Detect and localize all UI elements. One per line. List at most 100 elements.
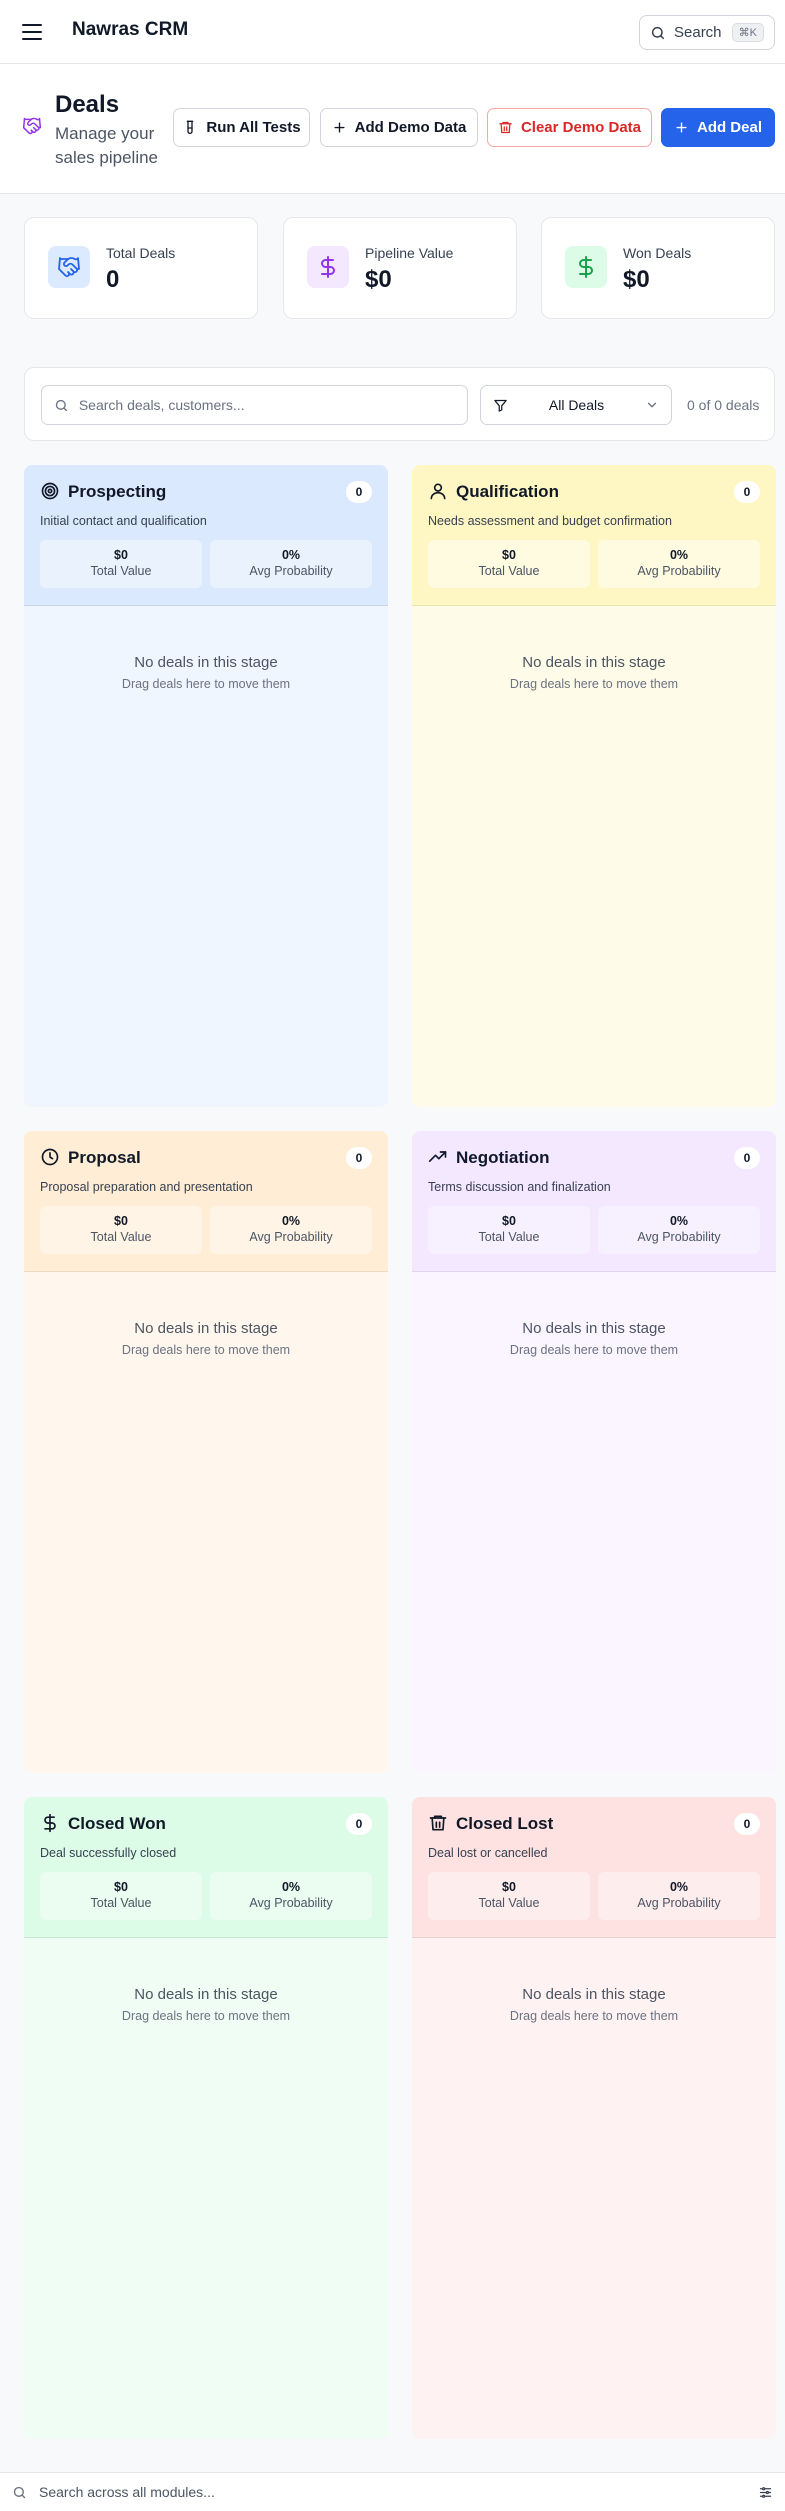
deal-filter-select[interactable]: All Deals: [480, 385, 672, 425]
metric-label: Total Value: [478, 1896, 540, 1910]
stage-avg-probability: 0% Avg Probability: [210, 1872, 372, 1920]
stat-card-won-deals: Won Deals $0: [541, 217, 775, 319]
metric-label: Avg Probability: [637, 1896, 721, 1910]
empty-hint: Drag deals here to move them: [121, 677, 291, 691]
stage-column-closed-won[interactable]: Closed Won 0 Deal successfully closed $0 Tot…: [24, 1797, 388, 2439]
search-shortcut: ⌘K: [731, 23, 764, 42]
stage-empty-state: No deals in this stage Drag deals here to…: [412, 654, 776, 691]
stat-label: Pipeline Value: [365, 245, 454, 261]
metric-label: Total Value: [478, 1230, 540, 1244]
stage-total-value: $0 Total Value: [40, 540, 202, 588]
metric-label: Total Value: [90, 1230, 152, 1244]
deal-search-field[interactable]: [41, 385, 468, 425]
stage-total-value: $0 Total Value: [428, 1872, 590, 1920]
deal-count: 0 of 0 deals: [687, 397, 760, 413]
stage-description: Initial contact and qualification: [40, 514, 207, 528]
stat-value: $0: [365, 266, 392, 293]
stat-label: Won Deals: [623, 245, 692, 261]
metric-label: Avg Probability: [637, 1230, 721, 1244]
stage-column-qualification[interactable]: Qualification 0 Needs assessment and budge…: [412, 465, 776, 1107]
stage-empty-state: No deals in this stage Drag deals here to…: [24, 654, 388, 691]
stat-value: 0: [106, 266, 120, 293]
stat-card-pipeline-value: Pipeline Value $0: [283, 217, 517, 319]
add-deal-label: Add Deal: [696, 119, 762, 136]
chevron-down-icon: [647, 402, 657, 408]
handshake-icon: [22, 117, 42, 135]
metric-label: Avg Probability: [637, 564, 721, 578]
add-demo-data-button[interactable]: Add Demo Data: [320, 108, 478, 147]
metric-label: Total Value: [90, 564, 152, 578]
metric-value: $0: [502, 1880, 516, 1894]
stage-name: Closed Lost: [456, 1814, 554, 1833]
stage-avg-probability: 0% Avg Probability: [210, 1206, 372, 1254]
metric-value: 0%: [281, 1214, 301, 1228]
metric-value: 0%: [281, 548, 301, 562]
stage-name: Negotiation: [456, 1148, 550, 1167]
stage-total-value: $0 Total Value: [40, 1872, 202, 1920]
empty-title: No deals in this stage: [134, 1986, 278, 2003]
page-title: Deals: [55, 91, 120, 118]
module-search-input[interactable]: [39, 2484, 746, 2500]
filter-icon: [494, 399, 507, 412]
stat-icon-wrap: [307, 246, 349, 288]
empty-hint: Drag deals here to move them: [121, 1343, 291, 1357]
trash-icon: [499, 121, 512, 134]
stage-description: Deal lost or cancelled: [428, 1846, 548, 1860]
stage-count-badge: 0: [346, 481, 372, 503]
stage-total-value: $0 Total Value: [428, 540, 590, 588]
stat-card-total-deals: Total Deals 0: [24, 217, 258, 319]
empty-title: No deals in this stage: [522, 654, 666, 671]
add-demo-data-label: Add Demo Data: [354, 119, 467, 136]
page-subtitle: Manage your sales pipeline: [55, 124, 159, 167]
handshake-icon: [58, 257, 80, 277]
empty-title: No deals in this stage: [134, 1320, 278, 1337]
metric-label: Avg Probability: [249, 564, 333, 578]
empty-title: No deals in this stage: [134, 654, 278, 671]
deal-search-input[interactable]: [78, 397, 455, 413]
stage-avg-probability: 0% Avg Probability: [598, 540, 760, 588]
stat-icon-wrap: [48, 246, 90, 288]
run-all-tests-button[interactable]: Run All Tests: [173, 108, 310, 147]
stage-column-prospecting[interactable]: Prospecting 0 Initial contact and qualific…: [24, 465, 388, 1107]
trending-up-icon: [428, 1151, 447, 1162]
empty-hint: Drag deals here to move them: [121, 2009, 291, 2023]
stage-header: Closed Won 0 Deal successfully closed $0 Tot…: [24, 1797, 388, 1938]
stage-total-value: $0 Total Value: [428, 1206, 590, 1254]
metric-label: Total Value: [478, 564, 540, 578]
stage-column-proposal[interactable]: Proposal 0 Proposal preparation and presen…: [24, 1131, 388, 1773]
metric-value: $0: [114, 1214, 128, 1228]
search-button-label: Search: [674, 24, 722, 41]
dollar-icon: [321, 256, 335, 278]
user-icon: [430, 483, 446, 500]
stage-total-value: $0 Total Value: [40, 1206, 202, 1254]
metric-label: Total Value: [90, 1896, 152, 1910]
stage-description: Needs assessment and budget confirmation: [428, 514, 672, 528]
empty-title: No deals in this stage: [522, 1986, 666, 2003]
stage-count-badge: 0: [346, 1147, 372, 1169]
metric-value: 0%: [281, 1880, 301, 1894]
stat-icon-wrap: [565, 246, 607, 288]
stage-empty-state: No deals in this stage Drag deals here to…: [412, 1986, 776, 2023]
search-icon: [13, 2486, 26, 2498]
stage-avg-probability: 0% Avg Probability: [598, 1206, 760, 1254]
stage-header: Prospecting 0 Initial contact and qualific…: [24, 465, 388, 606]
search-icon: [651, 26, 665, 39]
stage-count-badge: 0: [734, 1813, 760, 1835]
stage-column-closed-lost[interactable]: Closed Lost 0 Deal lost or cancelled $0 Tota…: [412, 1797, 776, 2439]
add-deal-button[interactable]: Add Deal: [661, 108, 775, 147]
stage-empty-state: No deals in this stage Drag deals here to…: [24, 1986, 388, 2023]
sliders-icon[interactable]: [758, 2485, 773, 2500]
global-search-button[interactable]: Search ⌘K: [639, 15, 775, 50]
metric-value: 0%: [669, 548, 689, 562]
empty-title: No deals in this stage: [522, 1320, 666, 1337]
deal-filter-value: All Deals: [548, 397, 605, 413]
metric-value: $0: [502, 1214, 516, 1228]
metric-label: Avg Probability: [249, 1896, 333, 1910]
trash-icon: [429, 1815, 447, 1831]
stage-column-negotiation[interactable]: Negotiation 0 Terms discussion and finaliz…: [412, 1131, 776, 1773]
clear-demo-data-button[interactable]: Clear Demo Data: [487, 108, 652, 147]
menu-icon[interactable]: [22, 20, 46, 44]
run-all-tests-label: Run All Tests: [206, 119, 301, 136]
metric-value: $0: [114, 1880, 128, 1894]
metric-label: Avg Probability: [249, 1230, 333, 1244]
